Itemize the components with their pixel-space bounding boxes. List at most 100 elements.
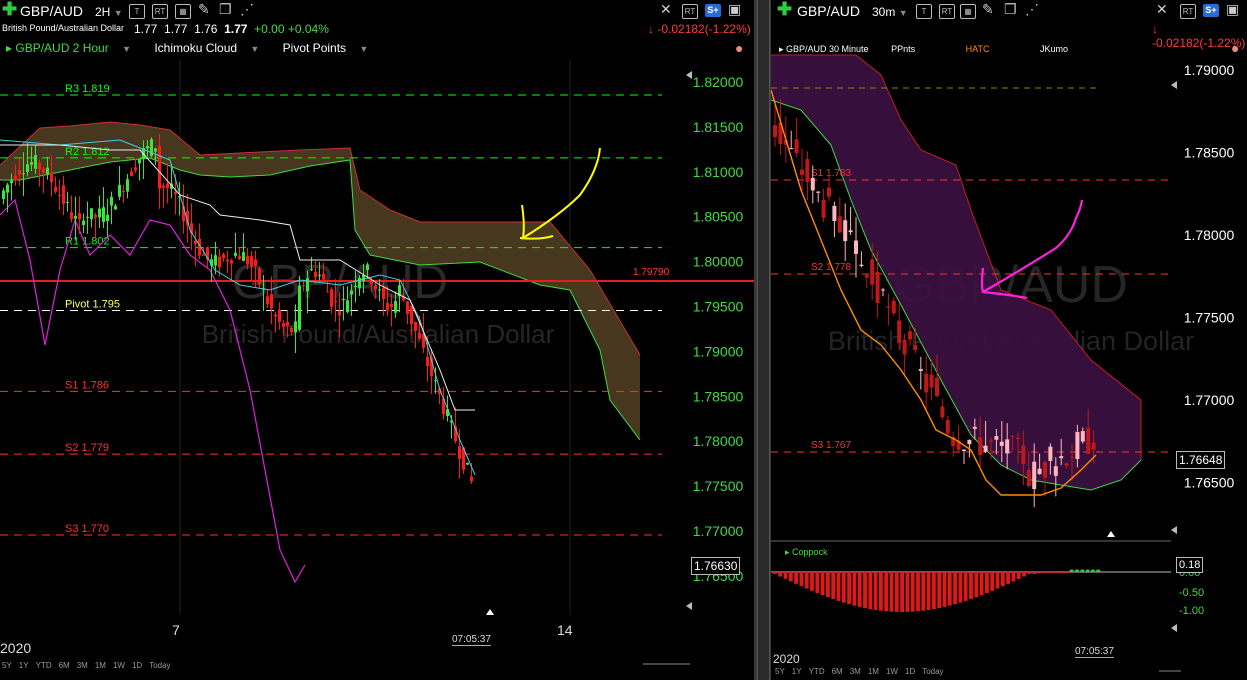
- range-1m[interactable]: 1M: [868, 667, 879, 676]
- y-axis-tick: 1.77000: [693, 523, 744, 539]
- range-1y[interactable]: 1Y: [792, 667, 802, 676]
- range-1w[interactable]: 1W: [113, 661, 125, 670]
- candle-body: [278, 309, 281, 323]
- left-date-14: 14: [557, 622, 573, 638]
- candle-body: [875, 271, 880, 304]
- candle-body: [1048, 446, 1053, 461]
- left-chart-panel: ✚ GBP/AUD 2H ▼ T RT ▦ ✎ ❐ ⋰ ✕ RT S+ ▣ Br…: [0, 0, 754, 680]
- range-6m[interactable]: 6M: [832, 667, 843, 676]
- y-axis-tick: 1.77500: [1184, 310, 1235, 326]
- right-time: 07:05:37: [1075, 646, 1114, 658]
- left-year-label: 2020: [0, 640, 32, 656]
- panel-divider[interactable]: [754, 0, 771, 680]
- coppock-bar: [1080, 569, 1085, 572]
- range-1y[interactable]: 1Y: [19, 661, 29, 670]
- candle-body: [330, 289, 333, 307]
- candle-body: [800, 169, 804, 175]
- range-1w[interactable]: 1W: [886, 667, 898, 676]
- pivot-label-pivot: Pivot 1.795: [65, 299, 120, 311]
- y-axis-tick: 1.78500: [693, 388, 744, 404]
- range-1d[interactable]: 1D: [132, 661, 142, 670]
- coppock-bar: [836, 572, 841, 601]
- y-axis-tick: 1.82000: [693, 74, 744, 90]
- candle-body: [382, 288, 385, 300]
- coppock-bar: [995, 572, 1000, 589]
- candle-body: [1010, 435, 1015, 437]
- candle-body: [913, 345, 918, 350]
- range-today[interactable]: Today: [922, 667, 943, 676]
- candle-body: [999, 441, 1004, 446]
- coppock-bar: [969, 572, 973, 600]
- candle-body: [1037, 468, 1042, 475]
- y-axis-tick: 1.78000: [693, 433, 744, 449]
- candle-body: [34, 155, 37, 169]
- candle-body: [374, 285, 377, 290]
- candle-body: [106, 214, 109, 222]
- candle-body: [902, 339, 907, 355]
- candle-body: [250, 256, 253, 267]
- coppock-bar: [1038, 572, 1042, 574]
- candle-body: [1005, 439, 1010, 454]
- candle-body: [62, 185, 65, 204]
- left-last-price: 1.76630: [691, 557, 741, 575]
- candle-body: [1080, 431, 1085, 442]
- candle-body: [924, 373, 929, 393]
- candle-body: [326, 291, 329, 293]
- indicator-scroll-marker: [1171, 624, 1177, 632]
- candle-body: [274, 314, 277, 317]
- candle-body: [10, 180, 13, 184]
- candle-body: [989, 440, 993, 442]
- left-price-chart: 1.82000 1.81500 1.81000 1.80500 1.80000 1.795…: [0, 60, 754, 665]
- coppock-bar: [1016, 572, 1021, 579]
- range-1m[interactable]: 1M: [95, 661, 106, 670]
- candle-body: [234, 252, 237, 256]
- watermark-desc: British Pound/Australian Dollar: [202, 319, 555, 349]
- candle-body: [870, 259, 875, 285]
- coppock-bar: [804, 572, 809, 589]
- coppock-bar: [1006, 572, 1010, 584]
- candle-body: [1064, 463, 1069, 466]
- candle-body: [1021, 445, 1026, 464]
- right-chart-panel: ✚ GBP/AUD 30m ▼ T RT ▦ ✎ ❐ ⋰ ✕ RT S+ ▣ ↓…: [771, 0, 1247, 680]
- candle-body: [110, 196, 113, 206]
- candle-body: [254, 259, 257, 266]
- range-today[interactable]: Today: [149, 661, 170, 670]
- left-time: 07:05:37: [452, 634, 491, 646]
- pivot-label-r3: R3 1.819: [65, 83, 110, 95]
- range-6m[interactable]: 6M: [59, 661, 70, 670]
- candle-body: [270, 294, 273, 309]
- candle-body: [1091, 442, 1096, 450]
- candle-body: [426, 356, 429, 367]
- coppock-bar: [958, 572, 963, 603]
- candle-body: [773, 125, 777, 138]
- candle-body: [126, 179, 129, 192]
- range-1d[interactable]: 1D: [905, 667, 915, 676]
- candle-body: [226, 259, 229, 262]
- range-5y[interactable]: 5Y: [2, 661, 12, 670]
- candle-body: [1026, 469, 1031, 486]
- range-5y[interactable]: 5Y: [775, 667, 785, 676]
- coppock-tick: -1.00: [1179, 605, 1204, 617]
- candle-body: [322, 273, 325, 280]
- candle-body: [962, 449, 966, 452]
- pivot-label-s3: S3 1.767: [811, 440, 851, 451]
- candle-body: [50, 172, 53, 182]
- candle-body: [130, 171, 133, 177]
- candle-body: [82, 220, 85, 225]
- range-ytd[interactable]: YTD: [36, 661, 52, 670]
- candle-body: [246, 255, 249, 265]
- candle-body: [26, 164, 29, 173]
- coppock-label[interactable]: ▸ Coppock: [785, 547, 838, 558]
- scroll-down-marker: [1171, 526, 1177, 534]
- candle-body: [78, 213, 81, 220]
- candle-body: [978, 437, 983, 456]
- coppock-bar: [1048, 572, 1053, 574]
- candle-body: [418, 332, 421, 339]
- range-3m[interactable]: 3M: [77, 661, 88, 670]
- candle-body: [22, 173, 25, 175]
- scrollbar[interactable]: [757, 0, 770, 680]
- range-ytd[interactable]: YTD: [809, 667, 825, 676]
- candle-body: [1070, 456, 1074, 458]
- candle-body: [854, 240, 858, 254]
- range-3m[interactable]: 3M: [850, 667, 861, 676]
